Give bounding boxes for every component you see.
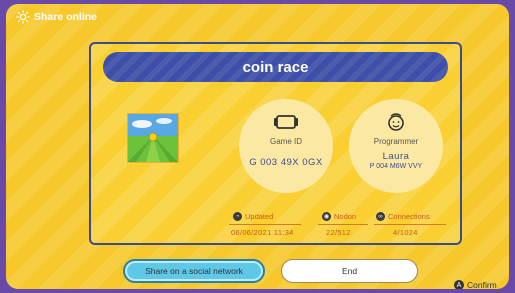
programmer-face-icon <box>388 113 404 131</box>
share-social-button[interactable]: Share on a social network <box>123 259 265 283</box>
connections-stat: ∞ Connections <box>376 212 430 221</box>
nodon-icon: ◉ <box>322 212 331 221</box>
confirm-label: Confirm <box>467 280 497 289</box>
a-button-icon: A <box>454 280 464 289</box>
game-id-label: Game ID <box>269 137 302 146</box>
game-title: coin race <box>103 52 448 82</box>
nodon-stat: ◉ Nodon <box>322 212 356 221</box>
game-id-value: G 003 49X 0GX <box>249 157 323 168</box>
programmer-name: Laura <box>382 151 410 162</box>
end-button[interactable]: End <box>281 259 418 283</box>
connections-label: Connections <box>388 212 430 221</box>
clock-icon: ◔ <box>233 212 242 221</box>
nodon-value: 22/512 <box>326 228 351 237</box>
updated-stat: ◔ Updated <box>233 212 273 221</box>
connections-value: 4/1024 <box>393 228 418 237</box>
nodon-label: Nodon <box>334 212 357 221</box>
connections-underline <box>374 224 446 225</box>
confirm-hint[interactable]: A Confirm <box>454 280 497 289</box>
updated-value: 06/06/2021 11:34 <box>231 228 294 237</box>
top-bar: Share online <box>6 4 509 30</box>
game-info-card: coin race Game ID G 003 49X 0GX Programm… <box>89 42 462 245</box>
game-thumbnail <box>127 113 179 163</box>
updated-underline <box>229 224 301 225</box>
programmer-label: Programmer <box>373 137 419 146</box>
console-icon <box>274 115 298 129</box>
screen-title: Share online <box>34 11 98 23</box>
programmer-panel: Programmer Laura P 004 M6W VVY <box>349 99 443 193</box>
nodon-underline <box>318 224 368 225</box>
sun-icon <box>16 10 30 24</box>
updated-label: Updated <box>245 212 274 221</box>
game-id-panel: Game ID G 003 49X 0GX <box>239 99 333 193</box>
programmer-id: P 004 M6W VVY <box>369 163 423 170</box>
connections-icon: ∞ <box>376 212 385 221</box>
share-online-screen: Share online coin race Game ID G 003 49X… <box>6 4 509 289</box>
